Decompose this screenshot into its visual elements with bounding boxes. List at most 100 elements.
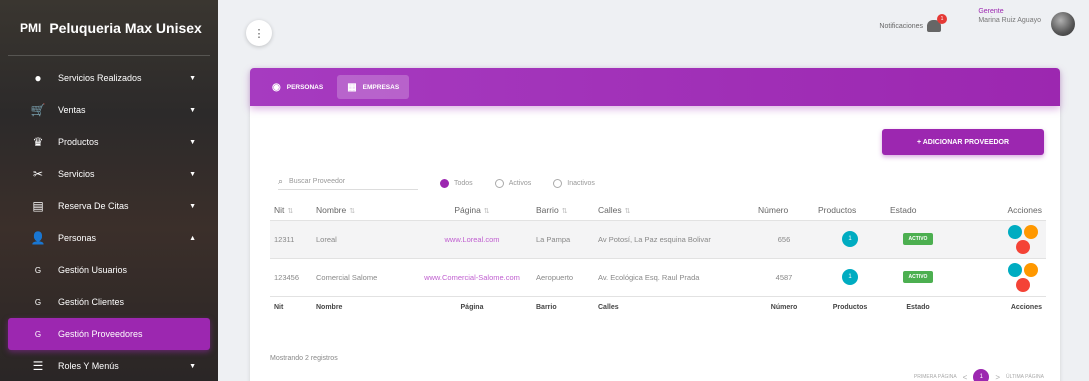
footer-nombre: Nombre: [312, 296, 412, 318]
sidebar-item-servicios[interactable]: ✂ Servicios ▼: [8, 158, 210, 190]
table-header-row: Nit ⇅ Nombre ⇅ Página ⇅ Barrio ⇅ Calles ⇅ Núm…: [270, 200, 1046, 221]
footer-acciones: Acciones: [950, 296, 1046, 318]
column-header-numero[interactable]: Número: [754, 200, 814, 221]
column-header-productos[interactable]: Productos: [814, 200, 886, 221]
status-badge: ACTIVO: [902, 271, 934, 283]
last-page-link[interactable]: ÚLTIMA PÁGINA: [1006, 374, 1044, 380]
delete-icon[interactable]: [1016, 240, 1030, 254]
column-header-nit[interactable]: Nit ⇅: [270, 200, 312, 221]
caret-down-icon: ▼: [189, 74, 196, 82]
brand-name: Peluqueria Max Unisex: [49, 19, 202, 36]
products-count-badge[interactable]: 1: [842, 269, 858, 285]
person-circle-icon: ◉: [272, 81, 281, 93]
notifications[interactable]: Notificaciones 1: [879, 14, 947, 32]
add-provider-button[interactable]: + ADICIONAR PROVEEDOR: [882, 129, 1044, 155]
sidebar-item-ventas[interactable]: 🛒 Ventas ▼: [8, 94, 210, 126]
first-page-link[interactable]: PRIMERA PÁGINA: [914, 374, 957, 380]
sidebar-item-personas[interactable]: 👤 Personas ▲: [8, 222, 210, 254]
cell-barrio: La Pampa: [532, 220, 594, 259]
sidebar-item-servicios-realizados[interactable]: ● Servicios Realizados ▼: [8, 62, 210, 94]
row-actions: [1002, 223, 1042, 255]
filter-radio-todos[interactable]: Todos: [440, 178, 473, 188]
cell-nit: 123456: [270, 258, 312, 297]
radio-label: Activos: [508, 179, 532, 187]
filters: ⌕ Buscar Proveedor Todos Activos Inactiv…: [278, 175, 595, 191]
sidebar-item-label: Servicios Realizados: [58, 73, 142, 83]
caret-down-icon: ▼: [189, 202, 196, 210]
caret-up-icon: ▲: [189, 234, 196, 242]
sidebar-toggle-button[interactable]: ⋮: [246, 20, 272, 46]
table-footer-row: Nit Nombre Página Barrio Calles Número P…: [270, 296, 1046, 318]
sort-icon: ⇅: [287, 207, 294, 215]
notification-count-badge: 1: [937, 14, 947, 24]
cell-nit: 12311: [270, 220, 312, 259]
sidebar-menu: ● Servicios Realizados ▼ 🛒 Ventas ▼ ♛ Pr…: [0, 56, 218, 381]
brand[interactable]: PMI Peluqueria Max Unisex: [8, 0, 210, 56]
bell-icon: 1: [927, 14, 947, 32]
sort-icon: ⇅: [561, 207, 568, 215]
letter-g-icon: G: [34, 265, 42, 275]
column-header-estado[interactable]: Estado: [886, 200, 950, 221]
view-icon[interactable]: [1008, 225, 1022, 239]
tab-empresas[interactable]: ▦ EMPRESAS: [337, 75, 410, 99]
sidebar-item-gestion-usuarios[interactable]: G Gestión Usuarios: [8, 254, 210, 286]
caret-down-icon: ▼: [189, 138, 196, 146]
page-number-button[interactable]: 1: [973, 369, 990, 381]
footer-barrio: Barrio: [532, 296, 594, 318]
radio-dot: [494, 178, 504, 188]
cell-acciones: [950, 220, 1046, 259]
sidebar-item-label: Gestión Clientes: [58, 297, 125, 307]
caret-down-icon: ▼: [189, 362, 196, 370]
cell-pagina: www.Comercial-Salome.com: [412, 258, 532, 297]
products-count-badge[interactable]: 1: [842, 231, 858, 247]
cell-calles: Av Potosí, La Paz esquina Bolivar: [594, 220, 754, 259]
edit-icon[interactable]: [1024, 263, 1038, 277]
user-name: Marina Ruiz Aguayo: [978, 17, 1041, 24]
sidebar-item-gestion-clientes[interactable]: G Gestión Clientes: [8, 286, 210, 318]
view-icon[interactable]: [1008, 263, 1022, 277]
delete-icon[interactable]: [1016, 278, 1030, 292]
column-header-calles[interactable]: Calles ⇅: [594, 200, 754, 221]
crown-icon: ♛: [32, 135, 44, 149]
sidebar-item-label: Servicios: [58, 169, 95, 179]
cell-pagina: www.Loreal.com: [412, 220, 532, 259]
status-badge: ACTIVO: [902, 233, 934, 245]
website-link[interactable]: www.Comercial-Salome.com: [424, 273, 520, 282]
user-info[interactable]: Gerente Marina Ruiz Aguayo: [978, 8, 1041, 24]
scissors-icon: ✂: [32, 167, 44, 181]
avatar[interactable]: [1051, 12, 1075, 36]
radio-label: Inactivos: [567, 179, 595, 187]
table-row: 12311 Loreal www.Loreal.com La Pampa Av …: [270, 220, 1046, 259]
column-header-nombre[interactable]: Nombre ⇅: [312, 200, 412, 221]
row-actions: [1002, 261, 1042, 293]
search-input[interactable]: ⌕ Buscar Proveedor: [278, 176, 418, 190]
pagination: PRIMERA PÁGINA < 1 > ÚLTIMA PÁGINA: [914, 369, 1044, 381]
brand-abbr: PMI: [20, 20, 42, 35]
sidebar-item-productos[interactable]: ♛ Productos ▼: [8, 126, 210, 158]
edit-icon[interactable]: [1024, 225, 1038, 239]
filter-radio-inactivos[interactable]: Inactivos: [553, 178, 595, 188]
next-page-button[interactable]: >: [995, 373, 1000, 381]
column-header-barrio[interactable]: Barrio ⇅: [532, 200, 594, 221]
cell-estado: ACTIVO: [886, 220, 950, 259]
sidebar-item-gestion-proveedores[interactable]: G Gestión Proveedores: [8, 318, 210, 350]
tab-personas[interactable]: ◉ PERSONAS: [262, 75, 333, 99]
footer-nit: Nit: [270, 296, 312, 318]
cell-productos: 1: [814, 220, 886, 259]
tabs-header: ◉ PERSONAS ▦ EMPRESAS: [250, 68, 1060, 106]
list-icon: ☰: [32, 359, 44, 373]
sidebar-item-label: Personas: [58, 233, 97, 243]
providers-card: ◉ PERSONAS ▦ EMPRESAS + ADICIONAR PROVEE…: [250, 68, 1060, 381]
filter-radio-activos[interactable]: Activos: [494, 178, 532, 188]
prev-page-button[interactable]: <: [963, 373, 968, 381]
calendar-icon: ▤: [32, 199, 44, 213]
footer-estado: Estado: [886, 296, 950, 318]
column-header-pagina[interactable]: Página ⇅: [412, 200, 532, 221]
cell-nombre: Comercial Salome: [312, 258, 412, 297]
tab-label: PERSONAS: [286, 83, 324, 91]
table-row: 123456 Comercial Salome www.Comercial-Sa…: [270, 258, 1046, 297]
website-link[interactable]: www.Loreal.com: [444, 235, 499, 244]
sidebar-item-roles-y-menus[interactable]: ☰ Roles Y Menús ▼: [8, 350, 210, 381]
sidebar-item-reserva-de-citas[interactable]: ▤ Reserva De Citas ▼: [8, 190, 210, 222]
sidebar-item-label: Ventas: [58, 105, 86, 115]
